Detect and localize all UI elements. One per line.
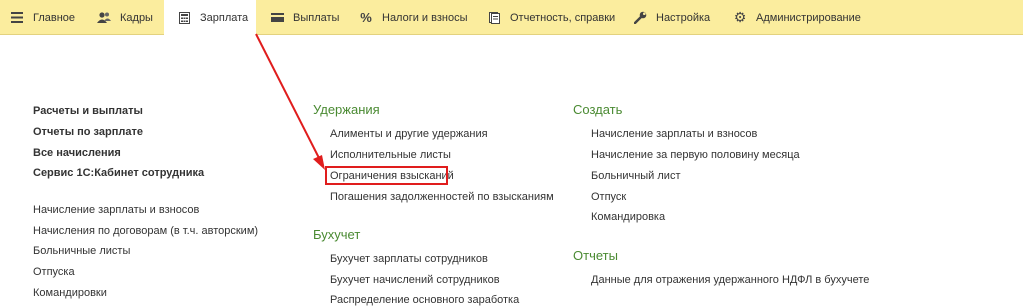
annotation-arrow: [255, 33, 325, 170]
